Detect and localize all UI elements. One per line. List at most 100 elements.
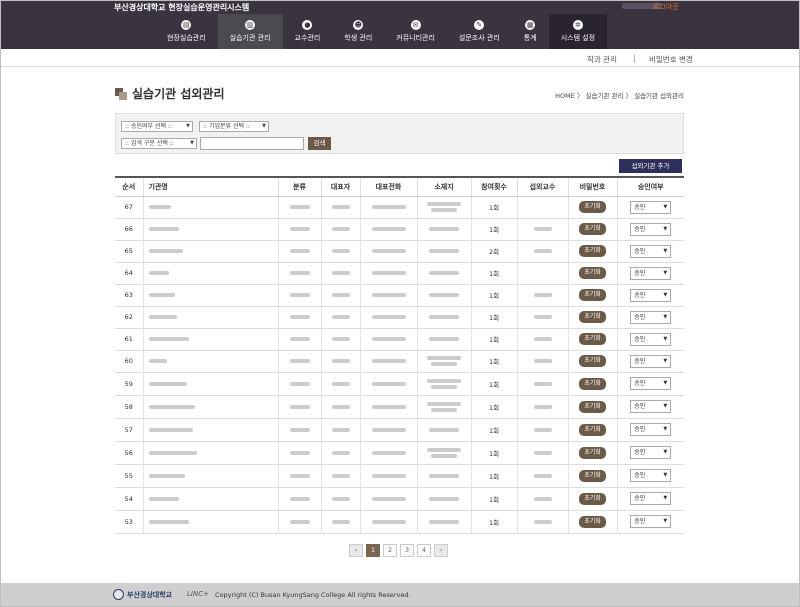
nav-system-settings[interactable]: ✲ 시스템 설정 (548, 14, 608, 49)
row-institution-name[interactable] (142, 395, 278, 419)
page-2-button[interactable]: 2 (383, 544, 397, 557)
row-institution-name[interactable] (142, 510, 278, 534)
reset-password-button[interactable]: 초기화 (579, 492, 606, 505)
table-row[interactable]: 67 1회 초기화 승인 ▼ (115, 196, 684, 219)
reset-password-button[interactable]: 초기화 (579, 311, 606, 323)
approval-select[interactable]: 승인 ▼ (630, 222, 672, 236)
reset-password-button[interactable]: 초기화 (579, 377, 606, 390)
logout-link[interactable]: 로그아웃 (653, 2, 679, 12)
table-row[interactable]: 56 1회 초기화 승인 ▼ (115, 441, 684, 465)
nav-statistics[interactable]: ▦ 통계 (512, 14, 549, 49)
row-location (416, 441, 471, 465)
table-row[interactable]: 53 1회 초기화 승인 ▼ (115, 510, 684, 534)
nav-student-management[interactable]: ☻ 학생 관리 (332, 14, 384, 49)
change-password-link[interactable]: 비밀번호 변경 (649, 54, 693, 65)
table-row[interactable]: 64 1회 초기화 승인 ▼ (115, 262, 684, 285)
table-row[interactable]: 58 1회 초기화 승인 ▼ (115, 395, 684, 419)
row-approval: 승인 ▼ (616, 350, 684, 373)
row-location (416, 418, 471, 442)
table-row[interactable]: 62 1회 초기화 승인 ▼ (115, 306, 684, 329)
reset-password-button[interactable]: 초기화 (579, 245, 606, 257)
row-count: 1회 (470, 464, 517, 488)
nav-survey-management[interactable]: ✎ 설문조사 관리 (447, 14, 512, 49)
reset-password-button[interactable]: 초기화 (579, 333, 606, 345)
approval-select[interactable]: 승인 ▼ (630, 200, 672, 214)
nav-professor-management[interactable]: ● 교수관리 (283, 14, 333, 49)
table-row[interactable]: 59 1회 초기화 승인 ▼ (115, 372, 684, 396)
table-row[interactable]: 66 1회 초기화 승인 ▼ (115, 218, 684, 241)
row-phone (359, 284, 417, 307)
reset-password-button[interactable]: 초기화 (579, 267, 606, 279)
approval-select[interactable]: 승인 ▼ (630, 469, 672, 482)
row-representative (320, 218, 360, 241)
approval-select[interactable]: 승인 ▼ (630, 266, 672, 280)
table-row[interactable]: 54 1회 초기화 승인 ▼ (115, 487, 684, 511)
row-category (277, 487, 321, 511)
reset-password-button[interactable]: 초기화 (579, 515, 606, 528)
row-no: 53 (115, 510, 143, 534)
row-institution-name[interactable] (142, 196, 278, 219)
page-1-button[interactable]: 1 (366, 544, 380, 557)
approval-select[interactable]: 승인 ▼ (630, 310, 672, 324)
nav-community-management[interactable]: ✉ 커뮤니티관리 (384, 14, 447, 49)
approval-select[interactable]: 승인 ▼ (630, 423, 672, 436)
approval-select[interactable]: 승인 ▼ (630, 515, 672, 528)
reset-password-button[interactable]: 초기화 (579, 446, 606, 459)
row-institution-name[interactable] (142, 218, 278, 241)
nav-practice-management[interactable]: ▤ 현장실습관리 (155, 14, 218, 49)
table-row[interactable]: 57 1회 초기화 승인 ▼ (115, 418, 684, 442)
row-category (277, 418, 321, 442)
row-institution-name[interactable] (142, 372, 278, 396)
row-count: 2회 (470, 240, 517, 263)
row-institution-name[interactable] (142, 441, 278, 465)
row-count: 1회 (470, 441, 517, 465)
row-institution-name[interactable] (142, 464, 278, 488)
search-input[interactable] (200, 137, 304, 150)
row-institution-name[interactable] (142, 262, 278, 285)
approval-select[interactable]: 승인 ▼ (630, 332, 672, 346)
approval-select[interactable]: 승인 ▼ (630, 377, 672, 390)
page-3-button[interactable]: 3 (400, 544, 414, 557)
row-institution-name[interactable] (142, 328, 278, 351)
row-institution-name[interactable] (142, 418, 278, 442)
nav-label: 교수관리 (294, 34, 321, 42)
row-institution-name[interactable] (142, 306, 278, 329)
row-phone (359, 218, 417, 241)
approval-select[interactable]: 승인 ▼ (630, 400, 672, 413)
nav-institution-management[interactable]: ▥ 실습기관 관리 (217, 14, 283, 49)
reset-password-button[interactable]: 초기화 (579, 223, 606, 235)
approval-select[interactable]: 승인 ▼ (630, 492, 672, 505)
row-institution-name[interactable] (142, 487, 278, 511)
reset-password-button[interactable]: 초기화 (579, 400, 606, 413)
row-contact-professor (516, 487, 568, 511)
reset-password-button[interactable]: 초기화 (579, 423, 606, 436)
page-4-button[interactable]: 4 (417, 544, 431, 557)
row-institution-name[interactable] (142, 350, 278, 373)
reset-password-button[interactable]: 초기화 (579, 289, 606, 301)
row-representative (320, 196, 360, 219)
reset-password-button[interactable]: 초기화 (579, 355, 606, 367)
table-row[interactable]: 61 1회 초기화 승인 ▼ (115, 328, 684, 351)
table-row[interactable]: 63 1회 초기화 승인 ▼ (115, 284, 684, 307)
table-header-row: 순서 기관명 분류 대표자 대표전화 소재지 참여횟수 섭외교수 비밀번호 승인… (115, 176, 684, 197)
search-type-select[interactable]: :: 검색 구분 선택 :: ▼ (121, 138, 197, 149)
table-row[interactable]: 55 1회 초기화 승인 ▼ (115, 464, 684, 488)
add-institution-button[interactable]: 섭외기관 추가 (619, 159, 682, 173)
approval-select[interactable]: 승인 ▼ (630, 446, 672, 459)
approval-select[interactable]: 승인 ▼ (630, 354, 672, 368)
next-page-button[interactable]: » (434, 544, 448, 557)
company-category-select[interactable]: :: 기업분류 선택 :: ▼ (199, 121, 269, 132)
table-row[interactable]: 65 2회 초기화 승인 ▼ (115, 240, 684, 263)
department-management-link[interactable]: 학과 관리 (587, 54, 617, 65)
table-row[interactable]: 60 1회 초기화 승인 ▼ (115, 350, 684, 373)
approval-status-select[interactable]: :: 승인여부 선택 :: ▼ (121, 121, 193, 132)
row-institution-name[interactable] (142, 240, 278, 263)
row-phone (359, 196, 417, 219)
search-button[interactable]: 검색 (308, 137, 331, 150)
reset-password-button[interactable]: 초기화 (579, 201, 606, 213)
approval-select[interactable]: 승인 ▼ (630, 288, 672, 302)
reset-password-button[interactable]: 초기화 (579, 469, 606, 482)
prev-page-button[interactable]: « (349, 544, 363, 557)
approval-select[interactable]: 승인 ▼ (630, 244, 672, 258)
row-institution-name[interactable] (142, 284, 278, 307)
